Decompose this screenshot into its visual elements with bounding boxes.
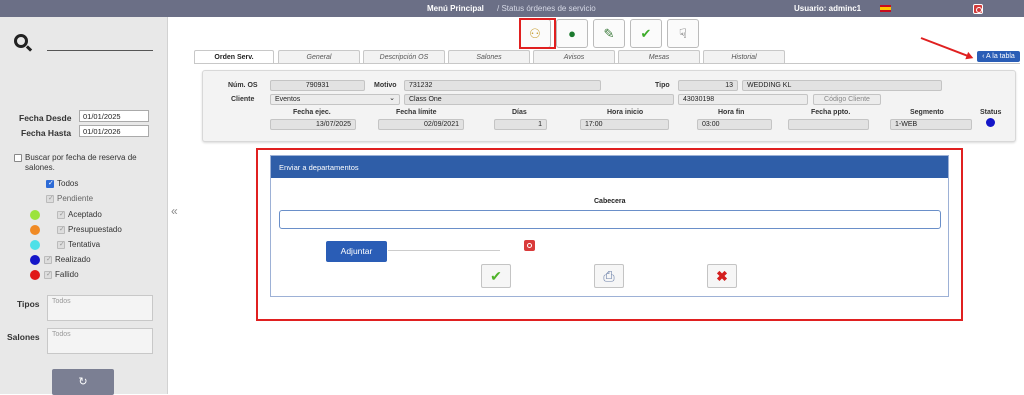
fallido-checkbox[interactable] [44, 270, 52, 279]
power-icon[interactable] [973, 4, 983, 14]
edit-doc-icon[interactable]: ✎ [593, 19, 625, 48]
fecha-hasta-input[interactable]: 01/01/2026 [79, 125, 149, 137]
tipo-name-field: WEDDING KL [742, 80, 942, 91]
tab-avisos[interactable]: Avisos [533, 50, 615, 64]
todos-checkbox[interactable] [46, 179, 54, 188]
dias-label: Días [512, 109, 527, 116]
fecha-desde-input[interactable]: 01/01/2025 [79, 110, 149, 122]
fecha-limite-field: 02/09/2021 [378, 119, 464, 130]
cabecera-label: Cabecera [594, 198, 626, 205]
cancel-icon[interactable]: ✖ [707, 264, 737, 288]
remove-attachment-icon[interactable] [524, 240, 535, 251]
approve-icon[interactable]: ✔ [630, 19, 662, 48]
print-icon[interactable]: ⎙ [594, 264, 624, 288]
tab-descripcion-os[interactable]: Descripción OS [363, 50, 445, 64]
num-os-field: 790931 [270, 80, 365, 91]
cliente-label: Cliente [231, 96, 255, 103]
codigo-cliente-field[interactable]: Código Cliente [813, 94, 881, 105]
fecha-limite-label: Fecha límite [396, 109, 437, 116]
fallido-label: Fallido [55, 270, 79, 279]
presupuestado-label: Presupuestado [68, 225, 122, 234]
dias-field: 1 [494, 119, 547, 130]
tipo-label: Tipo [655, 82, 670, 89]
panel-title: Enviar a departamentos [271, 156, 948, 178]
user-label: Usuario: adminc1 [794, 4, 862, 13]
adjuntar-button[interactable]: Adjuntar [326, 241, 387, 262]
search-icon[interactable] [14, 34, 28, 48]
main-menu-link[interactable]: Menú Principal [427, 4, 484, 13]
tab-salones[interactable]: Salones [448, 50, 530, 64]
confirm-send-button[interactable]: ✔ [481, 264, 511, 288]
realizado-label: Realizado [55, 255, 91, 264]
filter-sidebar: Fecha Desde 01/01/2025 Fecha Hasta 01/01… [0, 17, 168, 395]
status-indicator [986, 118, 995, 127]
tipos-label: Tipos [17, 299, 40, 309]
cliente-name-field: Class One [404, 94, 674, 105]
hora-inicio-field: 17:00 [580, 119, 669, 130]
aceptado-label: Aceptado [68, 210, 102, 219]
breadcrumb: / Status órdenes de servicio [497, 4, 596, 13]
reserva-label: Buscar por fecha de reserva de salones. [25, 153, 137, 172]
tab-mesas[interactable]: Mesas [618, 50, 700, 64]
status-label: Status [980, 109, 1002, 116]
spain-flag-icon[interactable] [880, 5, 891, 12]
salones-select[interactable]: Todos [47, 328, 153, 354]
aceptado-dot [30, 210, 40, 220]
fecha-ejec-field: 13/07/2025 [270, 119, 356, 130]
fecha-hasta-label: Fecha Hasta [21, 128, 72, 138]
tipos-select[interactable]: Todos [47, 295, 153, 321]
aceptado-checkbox[interactable] [57, 210, 65, 219]
motivo-label: Motivo [374, 82, 397, 89]
reserva-checkbox[interactable] [14, 154, 22, 162]
hora-fin-field: 03:00 [697, 119, 772, 130]
cliente-value: Eventos [275, 96, 301, 103]
hora-fin-label: Hora fin [718, 109, 745, 116]
tab-divider [194, 63, 1020, 64]
fallido-dot [30, 270, 40, 280]
annotation-arrow [920, 37, 972, 59]
realizado-dot [30, 255, 40, 265]
segmento-label: Segmento [910, 109, 944, 116]
cabecera-input[interactable] [279, 210, 941, 229]
tentativa-checkbox[interactable] [57, 240, 65, 249]
cliente-select[interactable]: Eventos ⌄ [270, 94, 400, 105]
motivo-field: 731232 [404, 80, 601, 91]
top-bar: Menú Principal / Status órdenes de servi… [0, 0, 1024, 17]
segmento-field: 1-WEB [890, 119, 972, 130]
refresh-button[interactable]: ↻ [52, 369, 114, 395]
highlight-hierarchy-button [519, 18, 556, 49]
fecha-ppto-field [788, 119, 869, 130]
back-to-table-button[interactable]: ‹ A la tabla [977, 51, 1020, 62]
presupuestado-dot [30, 225, 40, 235]
tentativa-label: Tentativa [68, 240, 101, 249]
tab-historial[interactable]: Historial [703, 50, 785, 64]
tipo-num-field: 13 [678, 80, 738, 91]
salones-label: Salones [7, 332, 40, 342]
attachment-field [388, 250, 500, 251]
chevron-down-icon: ⌄ [389, 95, 395, 102]
collapse-sidebar-icon[interactable]: « [171, 204, 178, 218]
cliente-code-field: 43030198 [678, 94, 808, 105]
tab-orden-serv[interactable]: Orden Serv. [194, 50, 274, 64]
tentativa-dot [30, 240, 40, 250]
search-input[interactable] [47, 50, 153, 51]
presupuestado-checkbox[interactable] [57, 225, 65, 234]
pendiente-label: Pendiente [57, 194, 94, 203]
fecha-desde-label: Fecha Desde [19, 113, 72, 123]
fecha-ejec-label: Fecha ejec. [293, 109, 331, 116]
tab-general[interactable]: General [278, 50, 360, 64]
fecha-ppto-label: Fecha ppto. [811, 109, 851, 116]
todos-label: Todos [57, 179, 79, 188]
money-icon[interactable]: ● [556, 19, 588, 48]
num-os-label: Núm. OS [228, 82, 258, 89]
thumbs-down-icon[interactable]: ☟ [667, 19, 699, 48]
pendiente-checkbox[interactable] [46, 194, 54, 203]
hora-inicio-label: Hora inicio [607, 109, 644, 116]
realizado-checkbox[interactable] [44, 255, 52, 264]
